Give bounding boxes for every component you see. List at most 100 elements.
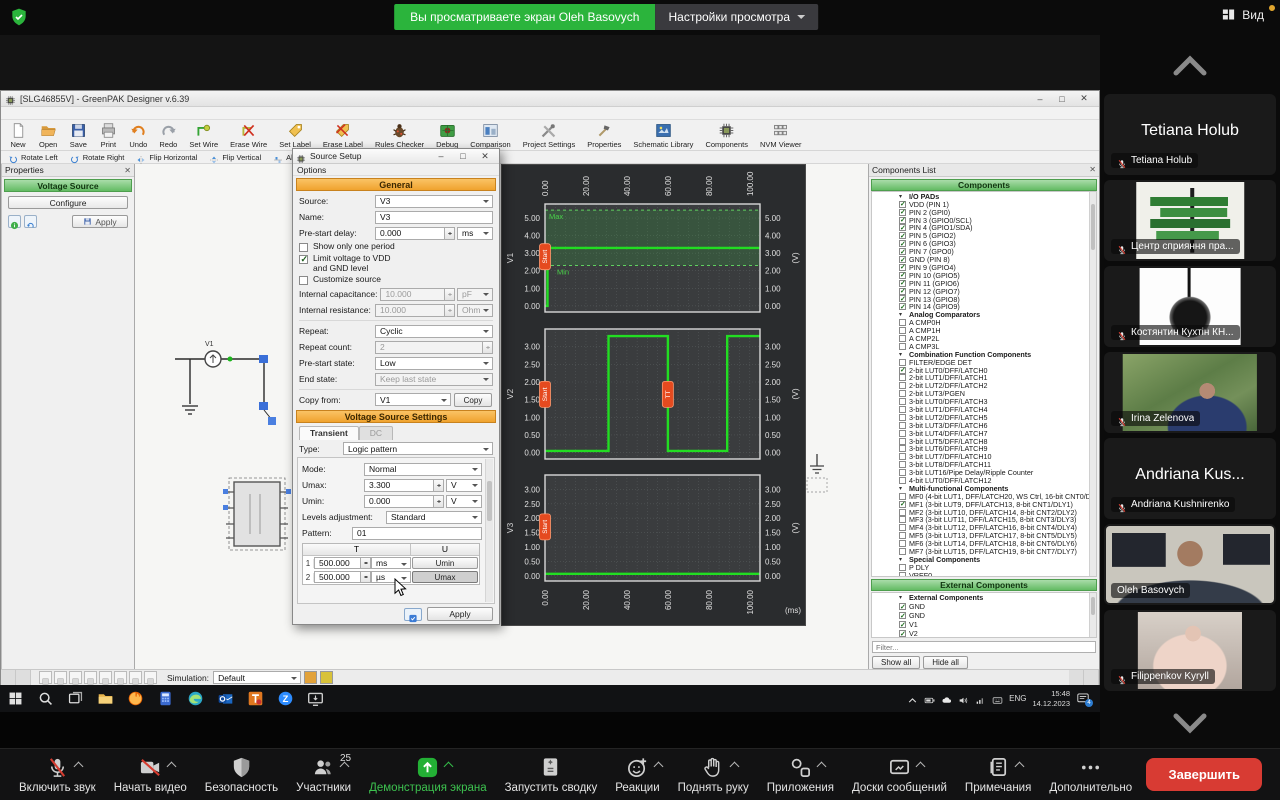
component-checkbox[interactable]	[899, 382, 906, 389]
component-checkbox[interactable]	[899, 224, 906, 231]
status-icon[interactable]	[99, 671, 112, 684]
component-checkbox[interactable]	[899, 509, 906, 516]
component-checkbox[interactable]	[899, 264, 906, 271]
close-button[interactable]: ✕	[1073, 92, 1095, 105]
close-icon[interactable]: ✕	[1089, 165, 1096, 174]
component-checkbox[interactable]	[899, 406, 906, 413]
component-checkbox[interactable]	[899, 335, 906, 342]
umax-unit[interactable]: V	[446, 479, 482, 492]
tree-expand-icon[interactable]: ▾	[899, 311, 906, 318]
customize-source-row[interactable]: Customize source	[293, 274, 499, 286]
battery-icon[interactable]	[924, 693, 935, 704]
tree-expand-icon[interactable]: ▾	[899, 556, 906, 563]
component-checkbox[interactable]	[899, 359, 906, 366]
zoom-toolbar-button[interactable]: Поднять руку	[678, 755, 749, 794]
component-checkbox[interactable]	[899, 209, 906, 216]
status-icon[interactable]	[144, 671, 157, 684]
status-icon[interactable]	[39, 671, 52, 684]
chevron-up-icon[interactable]	[1014, 762, 1024, 772]
toolbar-button[interactable]: NVM Viewer	[754, 121, 808, 149]
component-checkbox[interactable]	[899, 319, 906, 326]
toolbar-button[interactable]: Properties	[581, 121, 627, 149]
component-checkbox[interactable]	[899, 303, 906, 310]
tree-item[interactable]: ▾ PIN 10 (GPIO5)	[872, 271, 1096, 279]
component-checkbox[interactable]	[899, 630, 906, 637]
status-color-button-1[interactable]	[304, 671, 317, 684]
participant-tile[interactable]: Irina Zelenova	[1104, 352, 1276, 433]
show-one-period-row[interactable]: Show only one period	[293, 241, 499, 253]
chevron-up-icon[interactable]	[73, 762, 83, 772]
configure-button[interactable]: Configure	[8, 196, 128, 209]
taskbar-app[interactable]	[150, 685, 180, 712]
component-checkbox[interactable]	[899, 603, 906, 610]
component-checkbox[interactable]	[899, 390, 906, 397]
tree-item[interactable]: ▾ I/O PADs	[872, 192, 1096, 200]
duration-spinner[interactable]	[314, 557, 371, 569]
tree-item[interactable]: ▾ A CMP0H	[872, 319, 1096, 327]
tree-item[interactable]: ▾ GND (PIN 8)	[872, 256, 1096, 264]
component-checkbox[interactable]	[899, 343, 906, 350]
component-checkbox[interactable]	[899, 524, 906, 531]
zoom-toolbar-button[interactable]: Приложения	[767, 755, 834, 794]
tree-item[interactable]: ▾ Analog Comparators	[872, 311, 1096, 319]
component-checkbox[interactable]	[899, 414, 906, 421]
hide-all-button[interactable]: Hide all	[923, 656, 968, 669]
taskbar-app[interactable]	[120, 685, 150, 712]
toolbar-button[interactable]: Comparison	[464, 121, 516, 149]
show-all-button[interactable]: Show all	[872, 656, 920, 669]
end-meeting-button[interactable]: Завершить	[1146, 758, 1262, 791]
keyboard-icon[interactable]	[992, 693, 1003, 704]
toolbar2-button[interactable]: Flip Horizontal	[131, 151, 202, 163]
tree-item[interactable]: ▾ GND	[872, 611, 1096, 620]
apply-button[interactable]: Apply	[427, 607, 493, 621]
tree-expand-icon[interactable]: ▾	[899, 351, 906, 358]
component-checkbox[interactable]	[899, 461, 906, 468]
options-menu[interactable]: Options	[297, 165, 326, 175]
tree-item[interactable]: ▾ PIN 3 (GPIO0/SCL)	[872, 216, 1096, 224]
component-checkbox[interactable]	[899, 374, 906, 381]
tree-item[interactable]: ▾ Special Components	[872, 555, 1096, 563]
toolbar2-button[interactable]: Flip Vertical	[204, 151, 266, 163]
component-checkbox[interactable]	[899, 612, 906, 619]
participant-tile[interactable]: Костянтин Кухтін КН...	[1104, 266, 1276, 347]
tree-item[interactable]: ▾ Combination Function Components	[872, 350, 1096, 358]
speaker-icon[interactable]	[958, 693, 969, 704]
toolbar-button[interactable]: Set Wire	[183, 121, 224, 149]
show-one-period-checkbox[interactable]	[299, 243, 308, 252]
tree-item[interactable]: ▾ PIN 13 (GPIO8)	[872, 295, 1096, 303]
taskbar-app[interactable]	[180, 685, 210, 712]
tab-dc[interactable]: DC	[359, 426, 393, 440]
scroll-down-icon[interactable]	[1168, 710, 1212, 738]
umin-unit[interactable]: V	[446, 495, 482, 508]
component-checkbox[interactable]	[899, 548, 906, 555]
levels-select[interactable]: Standard	[386, 511, 482, 524]
clock[interactable]: 15:48 14.12.2023	[1032, 689, 1070, 708]
umax-spinner[interactable]	[364, 479, 444, 492]
status-icon[interactable]	[69, 671, 82, 684]
zoom-toolbar-button[interactable]: Демонстрация экрана	[369, 755, 487, 794]
tree-item[interactable]: ▾ VREF0	[872, 571, 1096, 576]
dock-tab[interactable]	[1084, 670, 1099, 685]
network-icon[interactable]	[975, 693, 986, 704]
component-checkbox[interactable]	[899, 438, 906, 445]
chevron-up-icon[interactable]	[816, 762, 826, 772]
zoom-toolbar-button[interactable]: 25 Участники	[296, 755, 351, 794]
toolbar-button[interactable]: Save	[63, 121, 93, 149]
toolbar-button[interactable]: Erase Label	[317, 121, 369, 149]
component-checkbox[interactable]	[899, 445, 906, 452]
component-checkbox[interactable]	[899, 240, 906, 247]
dock-tab[interactable]	[16, 670, 31, 685]
taskbar-app[interactable]	[0, 685, 30, 712]
component-checkbox[interactable]	[899, 232, 906, 239]
component-checkbox[interactable]	[899, 477, 906, 484]
tree-item[interactable]: ▾ PIN 5 (GPIO2)	[872, 232, 1096, 240]
auto-apply-button[interactable]	[404, 608, 422, 621]
dialog-maximize[interactable]: □	[452, 150, 474, 163]
tray-expand-icon[interactable]	[907, 693, 918, 704]
tree-item[interactable]: ▾ VDD (PIN 1)	[872, 200, 1096, 208]
status-icon[interactable]	[54, 671, 67, 684]
toolbar-button[interactable]: Project Settings	[517, 121, 582, 149]
duration-unit-select[interactable]: ms	[371, 557, 411, 569]
copy-button[interactable]: Copy	[454, 393, 492, 407]
component-checkbox[interactable]	[899, 422, 906, 429]
